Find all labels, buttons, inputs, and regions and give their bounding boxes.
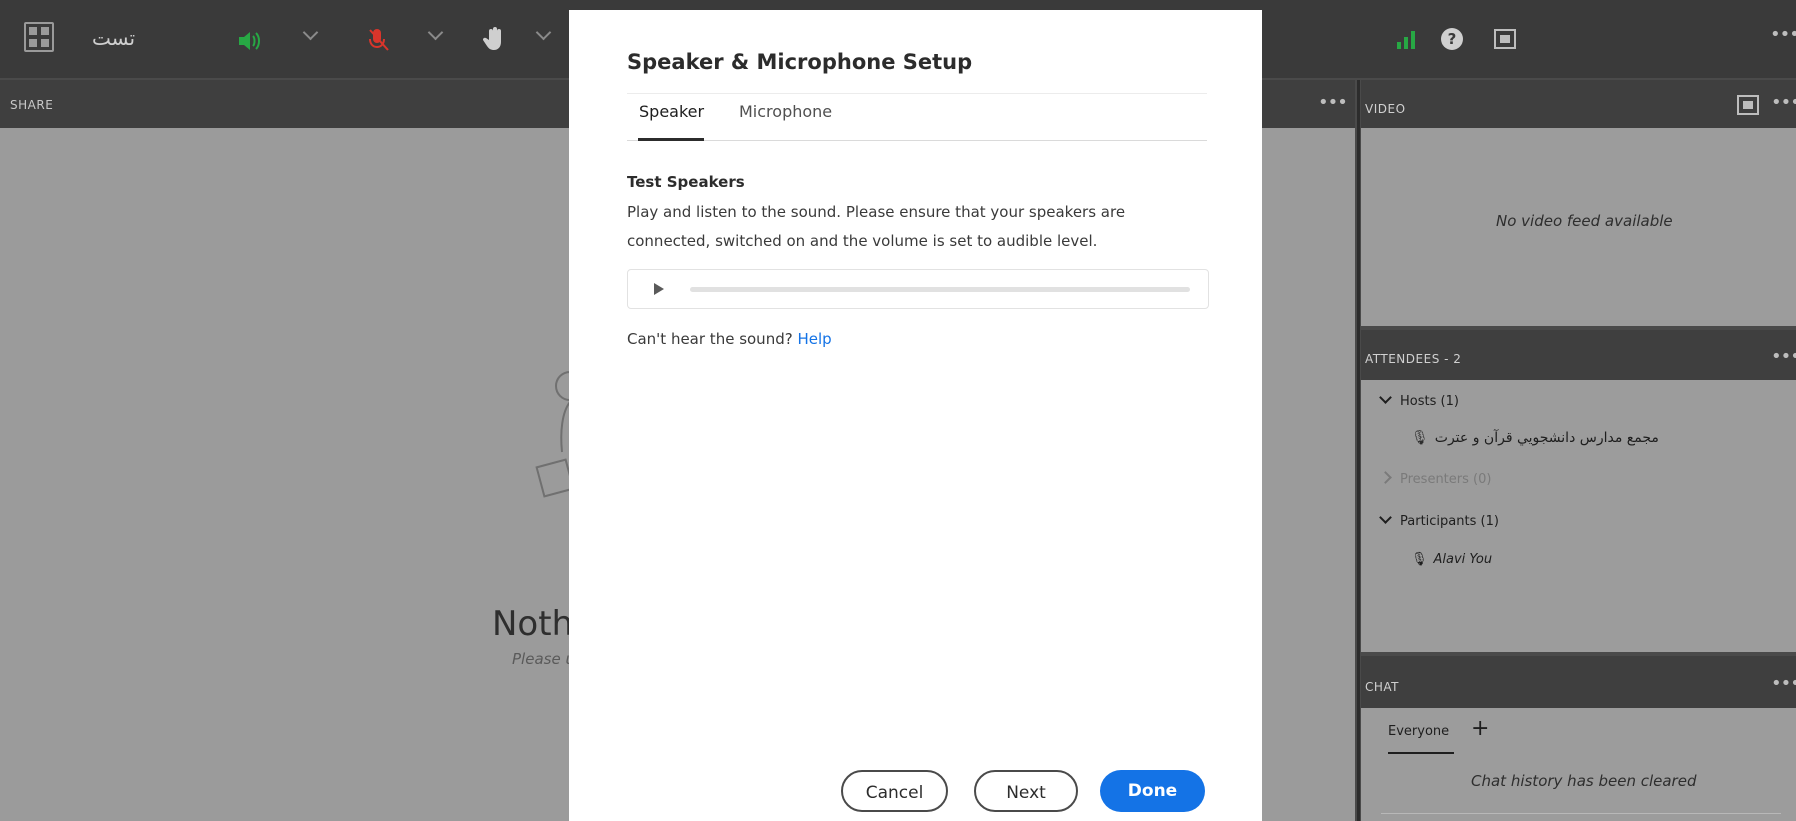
video-pod-title: VIDEO [1365, 102, 1406, 116]
tab-bar-divider [627, 140, 1207, 141]
audio-progress-track[interactable] [690, 287, 1190, 292]
meeting-name: تست [92, 26, 136, 50]
attendees-pod-title: ATTENDEES - 2 [1365, 352, 1462, 366]
tab-selected-indicator [638, 138, 704, 141]
speaker-microphone-setup-dialog: Speaker & Microphone Setup Speaker Micro… [569, 10, 1262, 821]
share-pod-title: SHARE [10, 98, 54, 112]
chat-pod-title: CHAT [1365, 680, 1400, 694]
more-icon[interactable]: ••• [1770, 24, 1796, 45]
microphone-icon[interactable] [368, 28, 390, 56]
attendees-pod-body: Hosts (1) 🎙 مجمع مدارس دانشجويي قرآن و عت… [1361, 380, 1796, 652]
next-button[interactable]: Next [974, 770, 1078, 812]
video-pod-header: VIDEO ••• [1361, 80, 1796, 128]
participants-label: Participants (1) [1400, 514, 1499, 529]
video-pod-layout-icon[interactable] [1737, 95, 1759, 119]
dialog-title: Speaker & Microphone Setup [627, 50, 973, 74]
raise-hand-icon[interactable] [482, 26, 507, 56]
speaker-menu-chevron-icon[interactable] [302, 24, 319, 41]
video-pod-more-icon[interactable]: ••• [1771, 92, 1796, 113]
share-empty-subtitle: Please u [512, 650, 575, 668]
description-line-1: Play and listen to the sound. Please ens… [627, 203, 1126, 221]
video-empty-message: No video feed available [1496, 212, 1673, 230]
presenters-label: Presenters (0) [1400, 472, 1492, 487]
cant-hear-text: Can't hear the sound? [627, 330, 793, 348]
chat-divider [1381, 813, 1781, 814]
chevron-down-icon [1379, 511, 1392, 524]
microphone-menu-chevron-icon[interactable] [427, 24, 444, 41]
cant-hear-row: Can't hear the sound? Help [627, 330, 832, 348]
help-icon[interactable]: ? [1440, 27, 1464, 55]
chat-add-tab-icon[interactable]: + [1471, 716, 1489, 741]
tab-microphone[interactable]: Microphone [739, 102, 832, 121]
participants-group[interactable]: Participants (1) [1379, 511, 1499, 529]
fullscreen-icon[interactable] [24, 22, 54, 52]
help-link[interactable]: Help [797, 330, 831, 348]
audio-player [627, 269, 1209, 309]
attendees-pod-header: ATTENDEES - 2 ••• [1361, 330, 1796, 380]
chat-tab-underline [1388, 752, 1454, 754]
tab-speaker[interactable]: Speaker [639, 102, 704, 121]
attendee-row-participant[interactable]: 🎙 Alavi You [1411, 552, 1492, 567]
done-button[interactable]: Done [1100, 770, 1205, 812]
play-icon[interactable] [654, 283, 664, 295]
chat-pod-header: CHAT ••• [1361, 656, 1796, 708]
layout-icon[interactable] [1494, 29, 1516, 53]
mic-muted-icon: 🎙 [1411, 552, 1428, 567]
share-empty-title: Noth [492, 604, 574, 644]
mic-muted-icon: 🎙 [1411, 430, 1429, 446]
hosts-label: Hosts (1) [1400, 394, 1459, 409]
chevron-right-icon [1379, 471, 1392, 484]
cancel-button[interactable]: Cancel [841, 770, 948, 812]
attendees-pod-more-icon[interactable]: ••• [1771, 346, 1796, 367]
chat-message: Chat history has been cleared [1471, 772, 1697, 790]
chat-tab-everyone[interactable]: Everyone [1388, 724, 1449, 739]
attendee-row-host[interactable]: 🎙 مجمع مدارس دانشجويي قرآن و عترت [1411, 430, 1659, 446]
signal-icon [1396, 28, 1418, 54]
chat-pod-body: Everyone + Chat history has been cleared [1361, 708, 1796, 821]
raise-hand-chevron-icon[interactable] [535, 24, 552, 41]
participant-name: Alavi You [1433, 552, 1493, 567]
description-line-2: connected, switched on and the volume is… [627, 232, 1098, 250]
right-column-divider[interactable] [1357, 80, 1360, 821]
chat-pod-more-icon[interactable]: ••• [1771, 673, 1796, 694]
host-name: مجمع مدارس دانشجويي قرآن و عترت [1434, 430, 1659, 446]
video-pod-body: No video feed available [1361, 128, 1796, 326]
section-title: Test Speakers [627, 173, 745, 191]
chevron-down-icon [1379, 391, 1392, 404]
presenters-group[interactable]: Presenters (0) [1379, 471, 1492, 487]
hosts-group[interactable]: Hosts (1) [1379, 391, 1459, 409]
share-pod-more-icon[interactable]: ••• [1318, 92, 1348, 113]
svg-text:?: ? [1448, 30, 1457, 48]
speaker-icon[interactable] [237, 30, 263, 56]
tab-bar-top-divider [627, 93, 1207, 94]
